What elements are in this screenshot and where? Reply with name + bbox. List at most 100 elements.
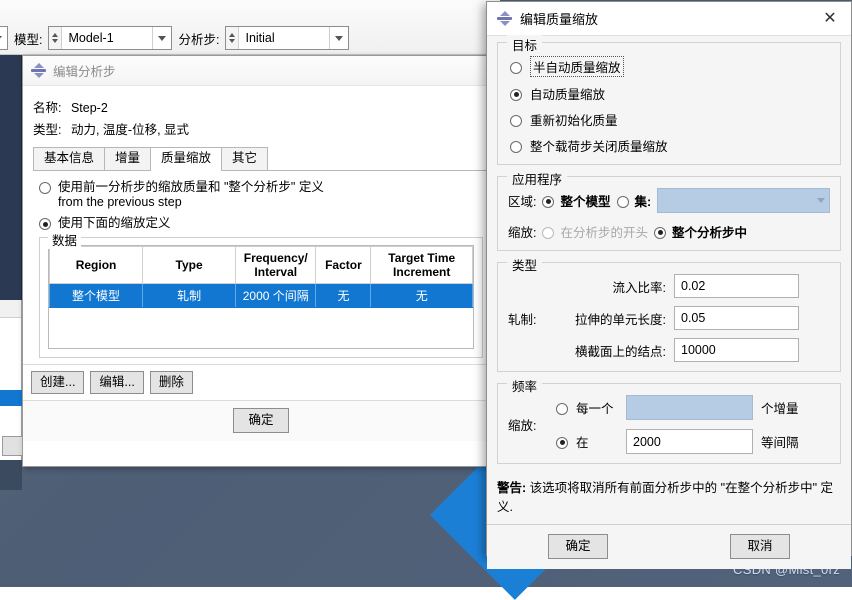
background-list-header xyxy=(0,300,21,318)
mass-scaling-table[interactable]: Region Type Frequency/ Interval Factor T… xyxy=(48,245,474,349)
stretch-element-length-label: 拉伸的单元长度: xyxy=(558,309,666,328)
tab-basic[interactable]: 基本信息 xyxy=(33,147,105,170)
step-combo[interactable]: Initial xyxy=(225,26,349,50)
mass-scaling-ok-button[interactable]: 确定 xyxy=(548,534,607,559)
mass-scaling-titlebar: 编辑质量缩放 ✕ xyxy=(487,2,851,36)
type-row-inflow-ratio: 流入比率: 0.02 xyxy=(508,274,830,298)
stretch-element-length-input[interactable]: 0.05 xyxy=(674,306,799,330)
radio-throughout-step-icon[interactable] xyxy=(654,227,666,239)
spinner-up-icon xyxy=(52,33,58,37)
tab-increment[interactable]: 增量 xyxy=(104,147,151,170)
target-option-reinitialize-label: 重新初始化质量 xyxy=(530,110,618,129)
cell-factor: 无 xyxy=(316,284,371,308)
target-option-disable-label: 整个载荷步关闭质量缩放 xyxy=(530,136,668,155)
frequency-at-input[interactable]: 2000 xyxy=(626,429,753,454)
column-region: Region xyxy=(50,247,143,284)
background-lower-panel xyxy=(0,460,22,490)
radio-every-icon[interactable] xyxy=(556,403,568,415)
chevron-down-icon xyxy=(158,36,166,41)
scaling-label: 缩放: xyxy=(508,222,536,241)
frequency-every-label: 每一个 xyxy=(576,398,618,417)
step-label: 分析步: xyxy=(178,29,219,48)
mass-scaling-title: 编辑质量缩放 xyxy=(520,9,815,28)
option-use-previous-line1: 使用前一分析步的缩放质量和 "整个分析步" 定义 xyxy=(58,180,324,194)
abaqus-diamond-icon xyxy=(31,63,46,78)
edit-step-footer: 确定 xyxy=(23,400,499,441)
create-button[interactable]: 创建... xyxy=(31,371,84,394)
model-combo-value: Model-1 xyxy=(62,27,152,49)
step-name-value: Step-2 xyxy=(71,101,108,115)
region-set-label: 集: xyxy=(635,191,652,210)
target-option-automatic[interactable]: 自动质量缩放 xyxy=(510,84,830,103)
radio-use-previous-icon xyxy=(39,182,51,194)
scaling-at-step-start-label: 在分析步的开头 xyxy=(560,222,648,241)
delete-button[interactable]: 删除 xyxy=(150,371,193,394)
column-target-time-increment: Target Time Increment xyxy=(371,247,473,284)
frequency-groupbox: 频率 缩放: 每一个 个增量 在 2000 等间隔 xyxy=(497,383,841,464)
edit-step-title: 编辑分析步 xyxy=(53,61,116,80)
type-row-stretch-element-length: 轧制: 拉伸的单元长度: 0.05 xyxy=(508,306,830,330)
option-use-below[interactable]: 使用下面的缩放定义 xyxy=(39,216,483,231)
edit-button[interactable]: 编辑... xyxy=(90,371,143,394)
mass-scaling-cancel-button[interactable]: 取消 xyxy=(730,534,789,559)
module-combo[interactable] xyxy=(0,26,8,50)
radio-at-icon[interactable] xyxy=(556,437,568,449)
spinner-down-icon xyxy=(52,39,58,43)
scaling-throughout-step-label: 整个分析步中 xyxy=(672,222,747,241)
data-group-title: 数据 xyxy=(48,230,81,249)
target-option-disable[interactable]: 整个载荷步关闭质量缩放 xyxy=(510,136,830,155)
model-spinner[interactable] xyxy=(49,27,62,49)
edit-mass-scaling-dialog: 编辑质量缩放 ✕ 目标 半自动质量缩放 自动质量缩放 重新初始化质量 整个载荷步… xyxy=(486,1,852,556)
step-ok-button[interactable]: 确定 xyxy=(233,408,288,433)
step-combo-value: Initial xyxy=(239,27,329,49)
step-tabs: 基本信息 增量 质量缩放 其它 xyxy=(33,148,489,171)
close-icon[interactable]: ✕ xyxy=(815,4,845,34)
step-combo-arrow[interactable] xyxy=(329,27,348,49)
target-group-title: 目标 xyxy=(507,35,542,54)
set-combo[interactable] xyxy=(657,188,830,213)
frequency-group-title: 频率 xyxy=(507,376,542,395)
background-list-selected-row xyxy=(0,390,22,406)
target-option-semi-automatic[interactable]: 半自动质量缩放 xyxy=(510,56,830,77)
radio-disable-icon xyxy=(510,141,522,153)
option-use-previous[interactable]: 使用前一分析步的缩放质量和 "整个分析步" 定义 from the previo… xyxy=(39,180,483,210)
data-groupbox: 数据 Region Type Frequency/ Interval xyxy=(39,237,483,358)
model-combo[interactable]: Model-1 xyxy=(48,26,172,50)
abaqus-diamond-icon xyxy=(497,11,512,26)
cross-section-nodes-label: 横截面上的结点: xyxy=(558,341,666,360)
table-row[interactable]: 整个模型 轧制 2000 个间隔 无 无 xyxy=(50,284,473,308)
radio-whole-model-icon[interactable] xyxy=(542,196,554,208)
step-name-label: 名称: xyxy=(33,101,61,115)
mass-scaling-footer: 确定 取消 xyxy=(487,524,851,569)
cross-section-nodes-input[interactable]: 10000 xyxy=(674,338,799,362)
radio-at-step-start-icon xyxy=(542,227,554,239)
region-row: 区域: 整个模型 集: xyxy=(508,188,830,213)
target-groupbox: 目标 半自动质量缩放 自动质量缩放 重新初始化质量 整个载荷步关闭质量缩放 xyxy=(497,42,841,165)
tab-other[interactable]: 其它 xyxy=(221,147,268,170)
model-combo-arrow[interactable] xyxy=(152,27,171,49)
radio-set-icon[interactable] xyxy=(617,196,629,208)
warning-message: 警告: 该选项将取消所有前面分析步中的 "在整个分析步中" 定义. xyxy=(487,475,851,524)
chevron-down-icon xyxy=(0,36,2,41)
column-factor: Factor xyxy=(316,247,371,284)
frequency-at-row: 在 2000 等间隔 xyxy=(556,429,830,454)
model-tree-panel xyxy=(0,55,22,300)
radio-semi-automatic-icon xyxy=(510,62,522,74)
tab-mass-scaling[interactable]: 质量缩放 xyxy=(150,147,222,171)
scaling-when-row: 缩放: 在分析步的开头 整个分析步中 xyxy=(508,222,830,241)
inflow-ratio-input[interactable]: 0.02 xyxy=(674,274,799,298)
edit-step-titlebar: 编辑分析步 xyxy=(23,56,499,86)
spinner-up-icon xyxy=(229,33,235,37)
step-type-value: 动力, 温度-位移, 显式 xyxy=(71,123,189,137)
mass-scaling-tab-pane: 使用前一分析步的缩放质量和 "整个分析步" 定义 from the previo… xyxy=(33,171,489,358)
frequency-at-label: 在 xyxy=(576,432,618,451)
type-lead-label: 轧制: xyxy=(508,309,550,328)
chevron-down-icon xyxy=(817,198,825,203)
target-option-reinitialize[interactable]: 重新初始化质量 xyxy=(510,110,830,129)
frequency-at-suffix: 等间隔 xyxy=(761,432,799,451)
application-group-title: 应用程序 xyxy=(507,169,567,188)
frequency-every-input[interactable] xyxy=(626,395,753,420)
radio-use-below-icon xyxy=(39,218,51,230)
step-spinner[interactable] xyxy=(226,27,239,49)
option-use-below-label: 使用下面的缩放定义 xyxy=(58,216,171,231)
